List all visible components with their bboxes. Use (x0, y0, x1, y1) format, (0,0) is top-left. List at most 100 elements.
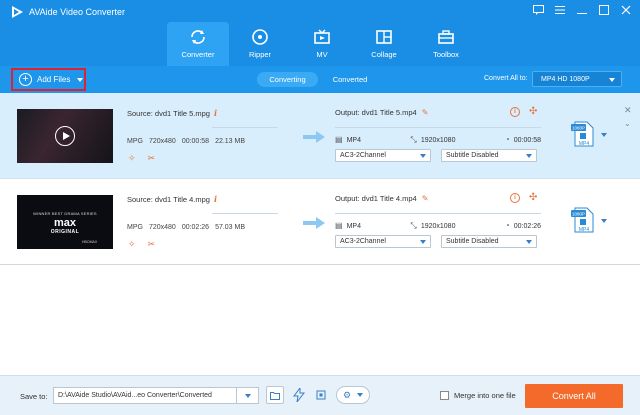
convert-all-to-label: Convert All to: (484, 75, 528, 82)
info-icon[interactable]: i (510, 107, 520, 117)
collapse-icon[interactable]: ⌄ (624, 119, 631, 128)
film-icon: ▤ (335, 135, 343, 144)
tab-ripper[interactable]: Ripper (229, 22, 291, 66)
scissors-icon[interactable]: ✂ (148, 153, 156, 164)
convert-all-format-value: MP4 HD 1080P (541, 75, 590, 83)
tab-mv[interactable]: MV (291, 22, 353, 66)
file-row[interactable]: Source: dvd1 Title 5.mpg i MPG 720x480 0… (0, 93, 640, 179)
tab-label: Converter (181, 50, 215, 59)
chevron-down-icon (420, 240, 426, 244)
tab-label: Collage (371, 50, 397, 59)
video-thumbnail[interactable]: WINNER BEST DRAMA SERIES max ORIGINAL HB… (17, 195, 113, 249)
add-files-button[interactable]: + Add Files (11, 68, 86, 91)
output-format: ▤ MP4 (335, 135, 361, 144)
converter-icon (191, 30, 205, 44)
merge-checkbox[interactable] (440, 391, 449, 400)
subtitle-select[interactable]: Subtitle Disabled (441, 235, 537, 248)
clock-icon: ◔ (504, 221, 510, 230)
format-badge-res: 1080P (572, 126, 585, 131)
source-meta: MPG 720x480 00:02:26 57.03 MB (127, 224, 246, 231)
audio-track-select[interactable]: AC3-2Channel (335, 235, 431, 248)
tab-toolbox[interactable]: Toolbox (415, 22, 477, 66)
film-icon: ▤ (335, 221, 343, 230)
save-path-dropdown[interactable] (237, 387, 259, 404)
chevron-down-icon[interactable] (601, 219, 607, 223)
output-duration: ◔ 00:00:58 (504, 135, 541, 144)
subtitle-select[interactable]: Subtitle Disabled (441, 149, 537, 162)
edit-pencil-icon[interactable]: ✎ (422, 194, 429, 203)
chat-icon[interactable] (532, 4, 544, 16)
ripper-icon (252, 29, 268, 45)
arrow-right-icon (303, 217, 325, 229)
tab-converted[interactable]: Converted (325, 72, 375, 87)
edit-pencil-icon[interactable]: ✎ (422, 108, 429, 117)
output-format: ▤ MP4 (335, 221, 361, 230)
resize-icon: ⤡ (410, 135, 417, 144)
divider (212, 127, 278, 128)
save-to-label: Save to: (20, 392, 48, 401)
app-logo-icon (12, 6, 23, 18)
tab-converter[interactable]: Converter (167, 22, 229, 66)
maximize-icon[interactable] (598, 4, 610, 16)
edit-tools: ✧ ✂ (128, 153, 155, 164)
merge-label: Merge into one file (454, 391, 516, 400)
minimize-icon[interactable] (576, 4, 588, 16)
output-name: Output: dvd1 Title 4.mp4 ✎ (335, 194, 429, 203)
convert-all-format-select[interactable]: MP4 HD 1080P (532, 71, 622, 87)
thumb-series: ORIGINAL (50, 229, 80, 235)
tab-collage[interactable]: Collage (353, 22, 415, 66)
format-badge-fmt: MP4 (579, 227, 590, 233)
output-specs: ▤ MP4 ⤡ 1920x1080 ◔ 00:02:26 (335, 221, 541, 231)
footer-bar: Save to: D:\AVAide Studio\AVAid...eo Con… (0, 375, 640, 415)
app-title: AVAide Video Converter (29, 7, 126, 17)
video-thumbnail[interactable] (17, 109, 113, 163)
mv-icon (314, 29, 330, 44)
gear-icon: ⚙ (342, 389, 352, 400)
audio-track-select[interactable]: AC3-2Channel (335, 149, 431, 162)
gpu-icon[interactable] (312, 386, 330, 404)
clock-icon: ◔ (504, 135, 510, 144)
open-folder-icon[interactable] (266, 386, 284, 404)
title-bar: AVAide Video Converter Converter Ripper (0, 0, 640, 66)
output-resolution: ⤡ 1920x1080 (410, 221, 456, 230)
chevron-down-icon (526, 240, 532, 244)
output-format-icon[interactable]: 1080P MP4 (571, 206, 595, 234)
play-icon[interactable] (55, 126, 75, 146)
convert-all-button[interactable]: Convert All (525, 384, 623, 408)
file-row[interactable]: WINNER BEST DRAMA SERIES max ORIGINAL HB… (0, 179, 640, 265)
source-name: Source: dvd1 Title 5.mpg i (127, 108, 218, 118)
thumb-corner-logo: HBOMAX (82, 240, 98, 244)
divider (212, 213, 278, 214)
info-icon[interactable]: i (214, 108, 217, 118)
merge-option[interactable]: Merge into one file (440, 391, 516, 400)
menu-icon[interactable] (554, 4, 566, 16)
output-actions: i ✣ (510, 107, 537, 117)
magic-wand-icon[interactable]: ✧ (128, 153, 136, 164)
tab-converting[interactable]: Converting (257, 72, 318, 87)
compress-icon[interactable]: ✣ (529, 193, 537, 203)
remove-file-icon[interactable]: ✕ (624, 105, 632, 116)
chevron-down-icon (526, 154, 532, 158)
divider (335, 127, 541, 128)
info-icon[interactable]: i (510, 193, 520, 203)
tab-label: MV (316, 50, 328, 59)
save-path-field[interactable]: D:\AVAide Studio\AVAid...eo Converter\Co… (53, 387, 237, 404)
hardware-accel-icon[interactable] (290, 386, 308, 404)
close-icon[interactable] (620, 4, 632, 16)
settings-dropdown[interactable]: ⚙ (336, 386, 370, 404)
output-format-icon[interactable]: 1080P MP4 (571, 120, 595, 148)
source-meta: MPG 720x480 00:00:58 22.13 MB (127, 138, 246, 145)
info-icon[interactable]: i (214, 194, 217, 204)
file-list: Source: dvd1 Title 5.mpg i MPG 720x480 0… (0, 93, 640, 375)
output-actions: i ✣ (510, 193, 537, 203)
output-resolution: ⤡ 1920x1080 (410, 135, 456, 144)
compress-icon[interactable]: ✣ (529, 107, 537, 117)
scissors-icon[interactable]: ✂ (148, 239, 156, 250)
toolbox-icon (438, 30, 454, 44)
resize-icon: ⤡ (410, 221, 417, 230)
chevron-down-icon[interactable] (77, 77, 84, 82)
output-duration: ◔ 00:02:26 (504, 221, 541, 230)
chevron-down-icon (357, 393, 364, 397)
magic-wand-icon[interactable]: ✧ (128, 239, 136, 250)
chevron-down-icon[interactable] (601, 133, 607, 137)
